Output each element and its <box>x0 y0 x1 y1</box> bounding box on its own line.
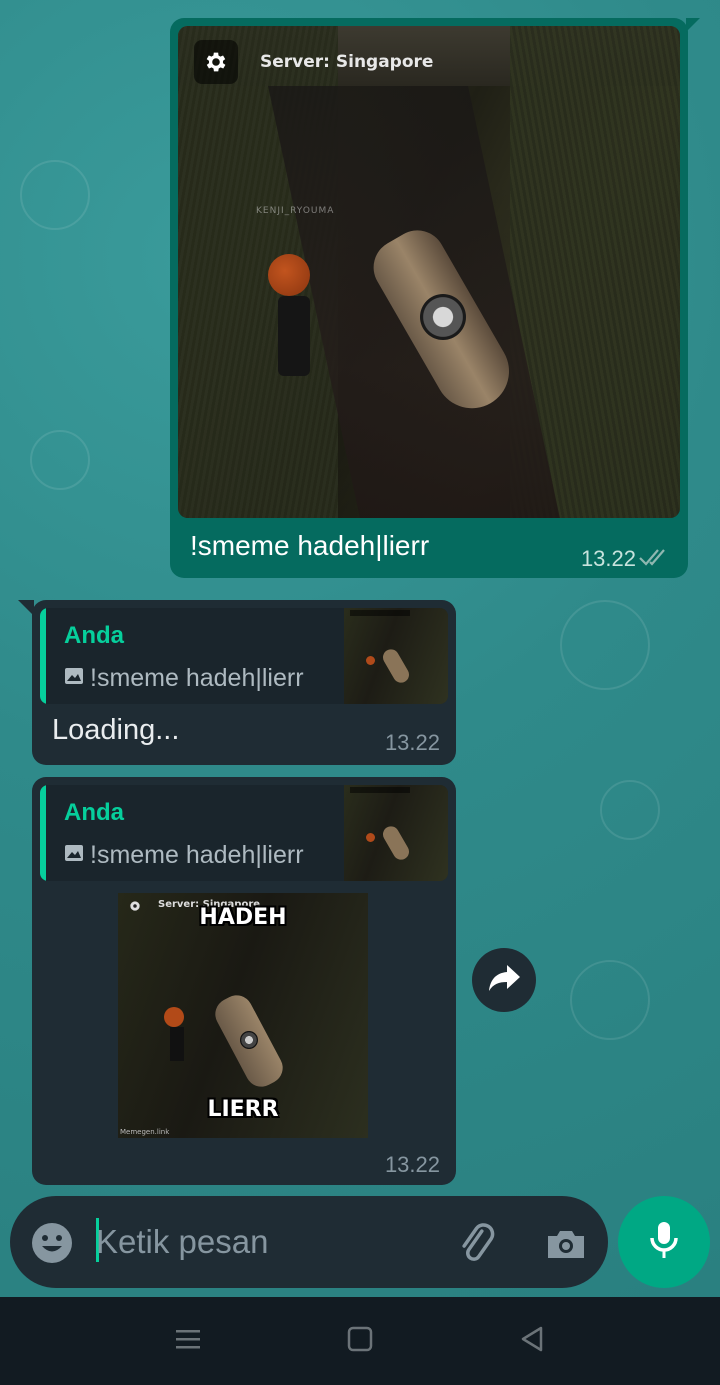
incoming-sticker-message[interactable]: Anda !smeme hadeh|lierr Server: Singapor… <box>32 777 456 1185</box>
incoming-reply-message[interactable]: Anda !smeme hadeh|lierr Loading... 13.22 <box>18 600 456 765</box>
message-time: 13.22 <box>580 546 636 571</box>
camera-button[interactable] <box>542 1220 590 1268</box>
sticker-player-head <box>164 1007 184 1027</box>
image-icon <box>64 843 84 868</box>
wallpaper-doodle <box>30 430 90 490</box>
sticker-top-text: HADEH <box>199 905 287 930</box>
voice-record-button[interactable] <box>618 1196 710 1288</box>
image-player-body <box>278 296 310 376</box>
quoted-sender: Anda <box>64 622 124 649</box>
back-button[interactable] <box>512 1323 552 1359</box>
wallpaper-doodle <box>560 600 650 690</box>
message-text: Loading... <box>52 714 180 746</box>
quoted-message[interactable]: Anda !smeme hadeh|lierr <box>40 608 448 704</box>
microphone-icon <box>644 1218 684 1267</box>
quoted-text: !smeme hadeh|lierr <box>90 664 304 692</box>
attach-button[interactable] <box>454 1220 502 1268</box>
forward-button[interactable] <box>472 948 536 1012</box>
paperclip-icon <box>454 1223 502 1272</box>
wallpaper-doodle <box>20 160 90 230</box>
camera-icon <box>542 1231 590 1272</box>
wallpaper-doodle <box>600 780 660 840</box>
message-composer <box>10 1196 608 1288</box>
double-check-icon <box>638 546 670 573</box>
home-button[interactable] <box>340 1323 380 1359</box>
quote-accent-bar <box>40 785 46 881</box>
share-forward-icon <box>487 963 521 998</box>
system-navigation-bar <box>0 1297 720 1385</box>
quoted-sender: Anda <box>64 799 124 826</box>
image-car-wheel <box>420 294 466 340</box>
message-time: 13.22 <box>384 730 440 755</box>
home-square-icon <box>346 1325 374 1358</box>
sticker-watermark: Memegen.link <box>120 1128 170 1136</box>
image-icon <box>64 666 84 691</box>
gear-icon <box>194 40 238 84</box>
game-screenshot-image[interactable]: KENJI_RYOUMA Server: Singapore <box>178 26 680 518</box>
sticker-player-body <box>170 1027 184 1061</box>
message-input[interactable] <box>96 1216 426 1268</box>
image-player-name: KENJI_RYOUMA <box>256 206 335 216</box>
message-caption: !smeme hadeh|lierr <box>190 530 430 561</box>
message-time: 13.22 <box>384 1152 440 1177</box>
quoted-image-thumbnail <box>344 608 448 704</box>
sticker-bottom-text: LIERR <box>207 1097 279 1122</box>
back-triangle-icon <box>518 1325 546 1358</box>
emoji-icon <box>30 1223 74 1269</box>
outgoing-image-message[interactable]: KENJI_RYOUMA Server: Singapore !smeme ha… <box>170 18 700 578</box>
meme-sticker[interactable]: Server: Singapore HADEH LIERR Memegen.li… <box>118 893 368 1138</box>
menu-icon <box>174 1327 202 1356</box>
emoji-button[interactable] <box>30 1221 74 1265</box>
quoted-image-thumbnail <box>344 785 448 881</box>
quoted-text: !smeme hadeh|lierr <box>90 841 304 869</box>
image-player-head <box>268 254 310 296</box>
sticker-car-wheel <box>240 1031 258 1049</box>
server-label: Server: Singapore <box>260 52 434 72</box>
quoted-message[interactable]: Anda !smeme hadeh|lierr <box>40 785 448 881</box>
recent-apps-button[interactable] <box>168 1323 208 1359</box>
wallpaper-doodle <box>570 960 650 1040</box>
quote-accent-bar <box>40 608 46 704</box>
